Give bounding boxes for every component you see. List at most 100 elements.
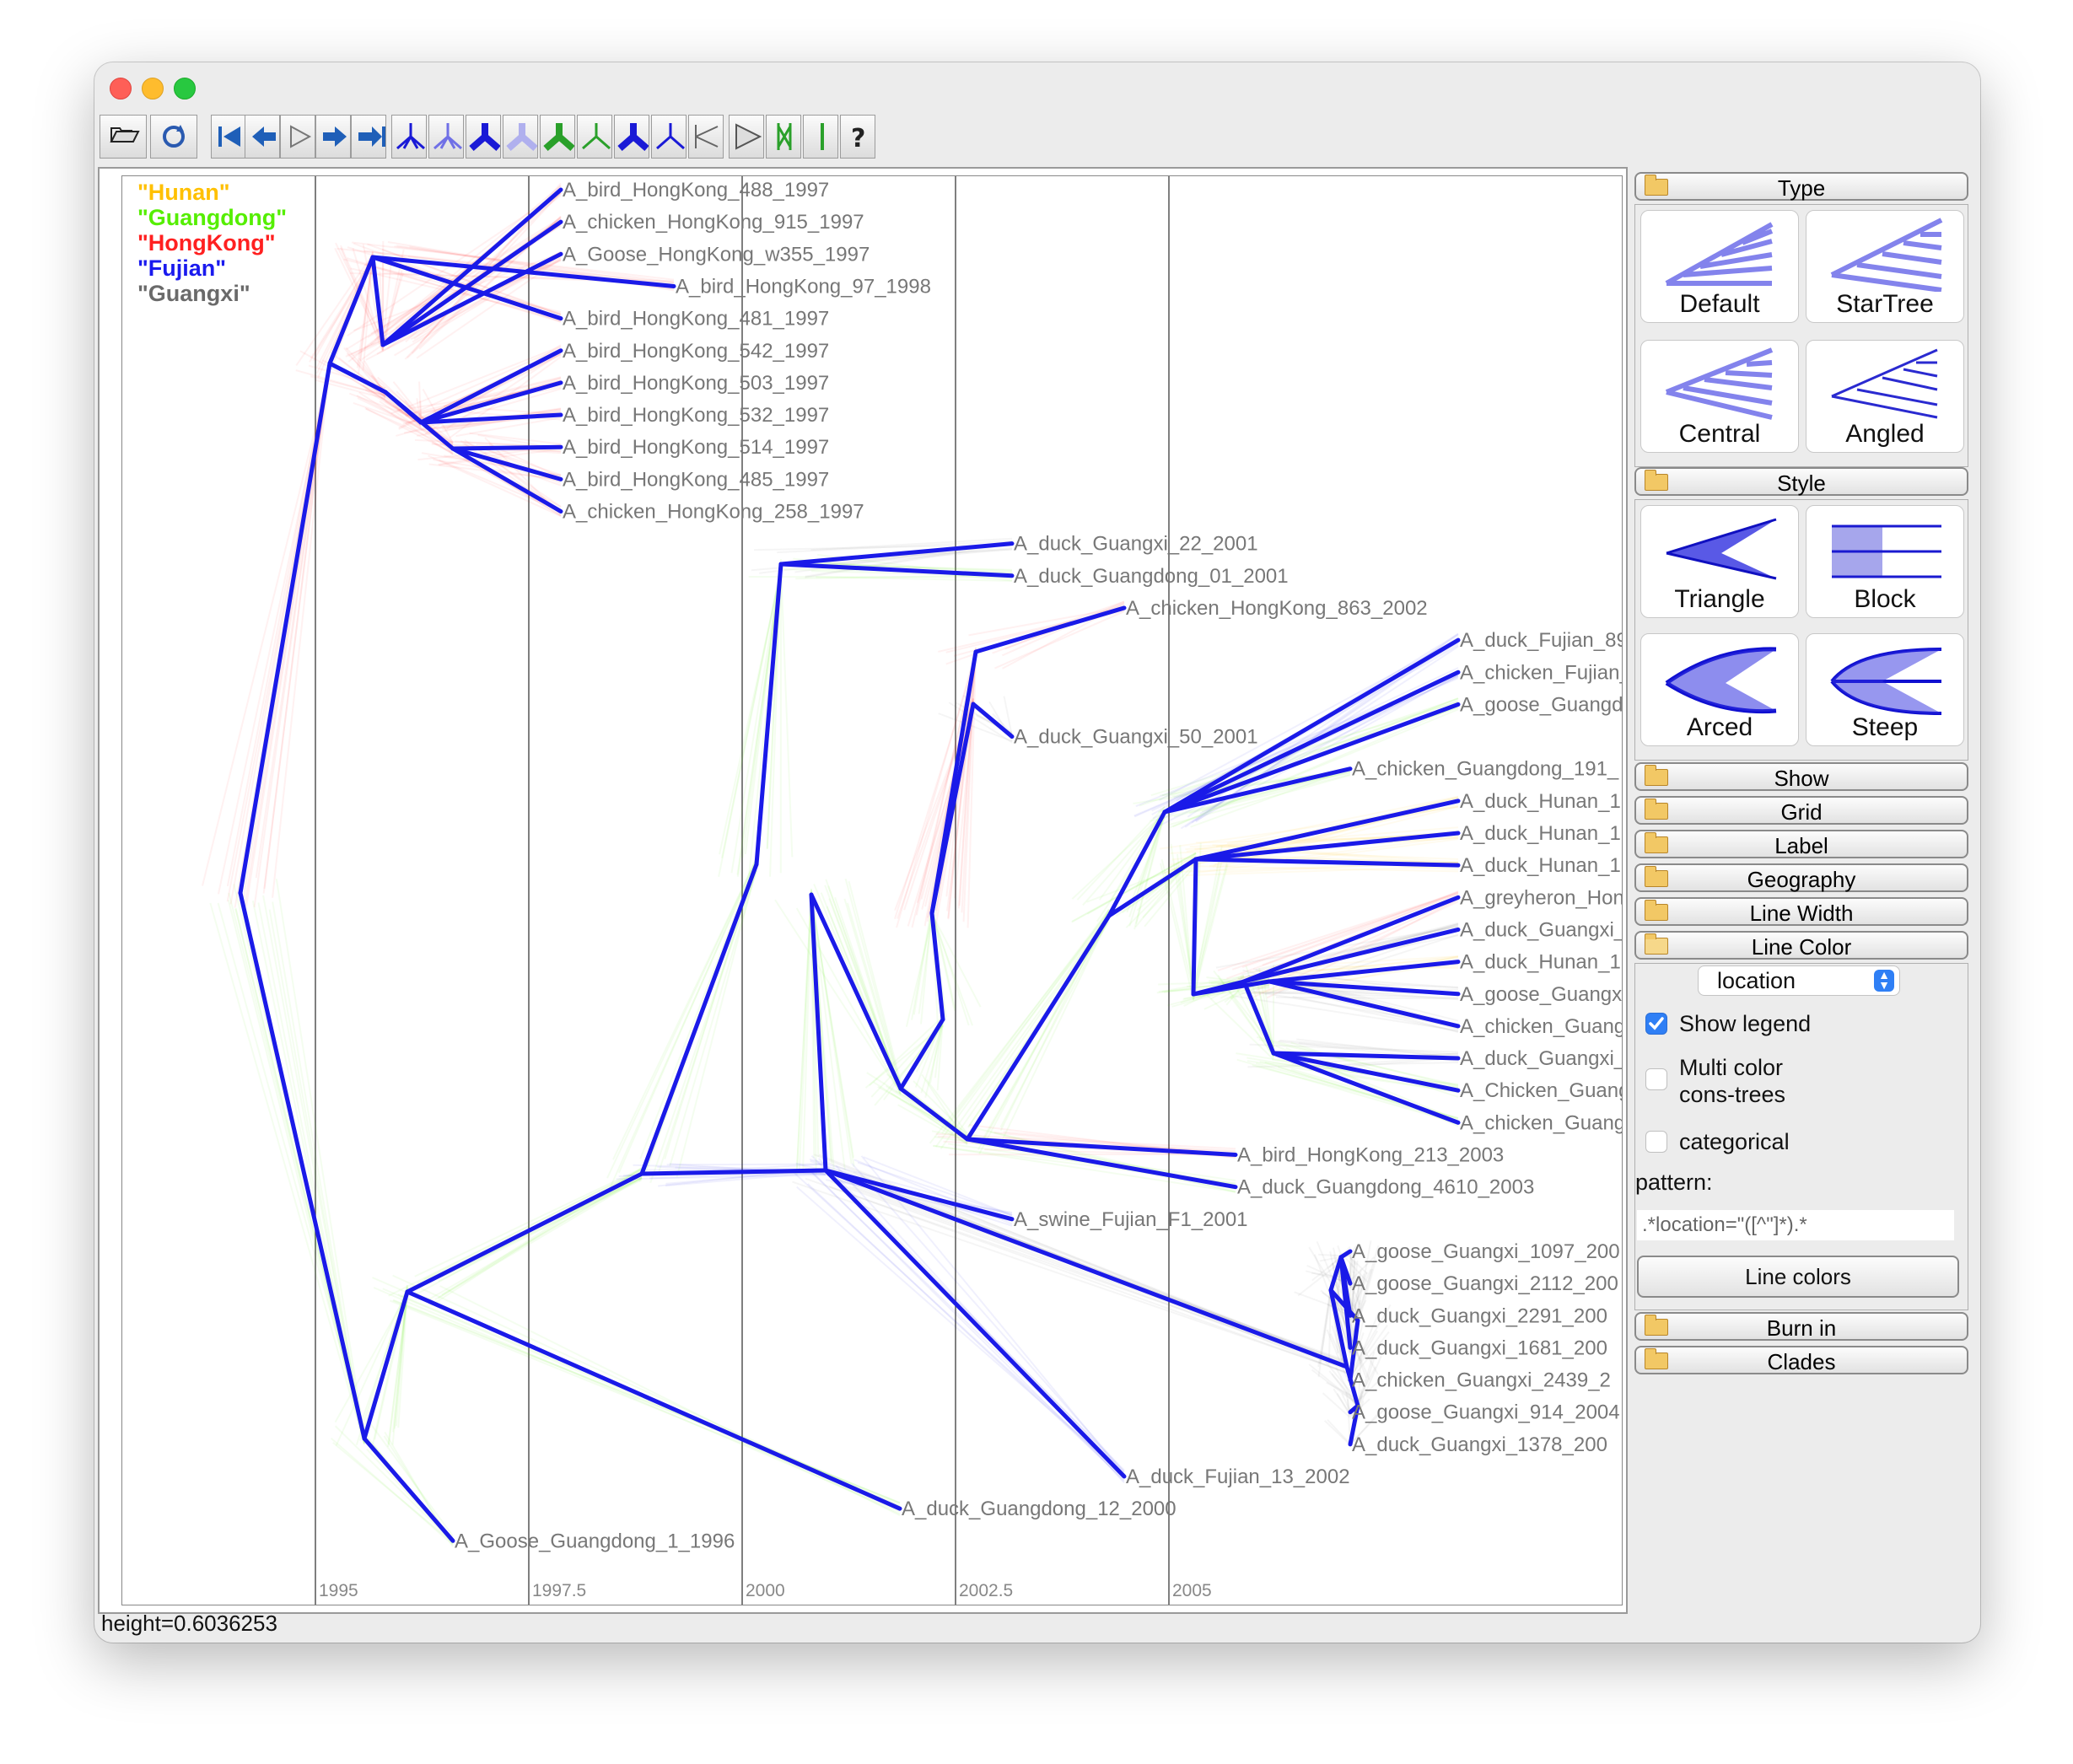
style-section-header[interactable]: Style bbox=[1634, 467, 1968, 496]
line-button[interactable] bbox=[803, 115, 838, 159]
taxon-label: A_goose_Guangxi_1097_200 bbox=[1352, 1240, 1620, 1263]
tree-style-3-button[interactable] bbox=[466, 115, 501, 159]
taxon-label: A_duck_Guangxi_351_2004 bbox=[1460, 918, 1622, 941]
tree-style-3-icon bbox=[469, 123, 500, 152]
taxon-label: A_chicken_HongKong_915_1997 bbox=[563, 211, 864, 234]
tree-sample-line bbox=[843, 898, 902, 1090]
type-section-header[interactable]: Type bbox=[1634, 172, 1968, 201]
collapse-button[interactable] bbox=[688, 115, 724, 159]
style-steep-option[interactable]: Steep bbox=[1806, 633, 1964, 746]
location-select[interactable]: location ▲ ▼ bbox=[1698, 965, 1900, 996]
taxon-label: A_chicken_HongKong_258_1997 bbox=[563, 501, 864, 524]
linecolor-section-header[interactable]: Line Color bbox=[1634, 931, 1968, 960]
show-legend-checkbox[interactable] bbox=[1645, 1013, 1667, 1035]
taxon-label: A_bird_HongKong_97_1998 bbox=[676, 275, 931, 298]
refresh-button[interactable] bbox=[150, 115, 197, 159]
taxon-label: A_goose_Guangd bbox=[1460, 693, 1622, 716]
style-triangle-option[interactable]: Triangle bbox=[1640, 505, 1799, 618]
tree-panel[interactable]: A_bird_HongKong_488_1997 A_chicken_HongKo… bbox=[98, 167, 1628, 1614]
grid-icon bbox=[777, 123, 792, 150]
burnin-header-label: Burn in bbox=[1766, 1315, 1837, 1341]
style-block-option[interactable]: Block bbox=[1806, 505, 1964, 618]
taxon-label: A_bird_HongKong_514_1997 bbox=[563, 436, 829, 459]
grid-section-header[interactable]: Grid bbox=[1634, 796, 1968, 825]
open-button[interactable] bbox=[100, 115, 147, 159]
densitree-window: ? A_bird_HongKong_488_1997 A_chicken_Hong… bbox=[94, 62, 1980, 1643]
tree-style-1-icon bbox=[396, 123, 425, 150]
tree-style-6-button[interactable] bbox=[577, 115, 612, 159]
cons-trees-label: cons-trees bbox=[1679, 1082, 1786, 1107]
multi-color-checkbox[interactable] bbox=[1645, 1068, 1667, 1090]
next-button[interactable] bbox=[315, 115, 351, 159]
tree-sample-line bbox=[999, 917, 1110, 1128]
grid-button[interactable] bbox=[766, 115, 801, 159]
first-button[interactable] bbox=[211, 115, 246, 159]
legend-entry: "Hunan" bbox=[137, 180, 230, 205]
tree-sample-line bbox=[275, 879, 365, 1437]
tree-sample-line bbox=[748, 576, 1013, 578]
tree-sample-line bbox=[393, 1299, 901, 1504]
last-button[interactable] bbox=[351, 115, 386, 159]
expand-button[interactable] bbox=[729, 115, 764, 159]
geography-header-label: Geography bbox=[1747, 867, 1856, 892]
prev-button[interactable] bbox=[245, 115, 280, 159]
tree-sample-line bbox=[268, 909, 365, 1444]
tree-sample-line bbox=[226, 358, 331, 887]
taxon-label: A_bird_HongKong_481_1997 bbox=[563, 308, 829, 331]
minimize-window-button[interactable] bbox=[142, 78, 164, 99]
type-angled-option[interactable]: Angled bbox=[1806, 340, 1964, 453]
taxon-label: A_swine_Fujian_F1_2001 bbox=[1014, 1208, 1248, 1231]
taxon-label: A_bird_HongKong_532_1997 bbox=[563, 404, 829, 427]
legend-entry: "Guangxi" bbox=[137, 281, 250, 306]
tree-style-8-icon bbox=[656, 123, 685, 150]
clades-section-header[interactable]: Clades bbox=[1634, 1346, 1968, 1374]
style-arced-option[interactable]: Arced bbox=[1640, 633, 1799, 746]
geography-section-header[interactable]: Geography bbox=[1634, 863, 1968, 892]
type-startree-option[interactable]: StarTree bbox=[1806, 210, 1964, 323]
tree-sample-line bbox=[780, 567, 794, 858]
tree-style-4-button[interactable] bbox=[503, 115, 538, 159]
tree-style-2-button[interactable] bbox=[428, 115, 464, 159]
tree-canvas[interactable]: A_bird_HongKong_488_1997 A_chicken_HongKo… bbox=[121, 175, 1623, 1605]
zoom-window-button[interactable] bbox=[174, 78, 196, 99]
label-section-header[interactable]: Label bbox=[1634, 830, 1968, 858]
expand-icon bbox=[735, 123, 762, 150]
show-section-header[interactable]: Show bbox=[1634, 762, 1968, 791]
last-icon bbox=[358, 126, 385, 147]
tree-svg[interactable]: A_bird_HongKong_488_1997 A_chicken_HongKo… bbox=[122, 176, 1622, 1605]
tree-sample-line bbox=[217, 902, 365, 1436]
angled-type-icon bbox=[1831, 348, 1938, 419]
play-button[interactable] bbox=[280, 115, 315, 159]
axis-tick-label: 1997.5 bbox=[532, 1581, 586, 1600]
open-icon bbox=[110, 127, 140, 143]
tree-style-4-icon bbox=[506, 123, 537, 152]
taxon-label: A_duck_Hunan_1 bbox=[1460, 854, 1621, 877]
close-window-button[interactable] bbox=[110, 78, 132, 99]
pattern-input[interactable]: .*location="([^"]*).* bbox=[1637, 1210, 1954, 1240]
tree-sample-line bbox=[1290, 1068, 1459, 1120]
legend-entry: "HongKong" bbox=[137, 230, 276, 255]
tree-sample-line bbox=[440, 1179, 643, 1278]
toolbar: ? bbox=[100, 113, 1975, 162]
style-section: Triangle Block Arced Steep bbox=[1634, 499, 1968, 761]
tree-sample-line bbox=[439, 1285, 901, 1517]
type-central-option[interactable]: Central bbox=[1640, 340, 1799, 453]
select-arrows-icon: ▲ ▼ bbox=[1874, 969, 1894, 992]
taxon-label: A_bird_HongKong_488_1997 bbox=[563, 179, 829, 202]
type-default-option[interactable]: Default bbox=[1640, 210, 1799, 323]
tree-style-5-icon bbox=[543, 123, 574, 152]
central-label: Central bbox=[1678, 420, 1761, 448]
line-colors-button[interactable]: Line colors bbox=[1637, 1256, 1959, 1298]
linewidth-section-header[interactable]: Line Width bbox=[1634, 897, 1968, 926]
tree-style-7-button[interactable] bbox=[614, 115, 649, 159]
tree-style-5-button[interactable] bbox=[540, 115, 575, 159]
tree-style-8-button[interactable] bbox=[651, 115, 687, 159]
default-type-icon bbox=[1665, 222, 1774, 286]
taxon-label: A_chicken_Guangxi_2439_2 bbox=[1352, 1369, 1611, 1392]
show-legend-label: Show legend bbox=[1679, 1011, 1812, 1036]
categorical-checkbox[interactable] bbox=[1645, 1131, 1667, 1153]
tree-style-1-button[interactable] bbox=[391, 115, 427, 159]
help-button[interactable]: ? bbox=[840, 115, 875, 159]
burnin-section-header[interactable]: Burn in bbox=[1634, 1312, 1968, 1341]
tree-sample-line bbox=[1323, 1419, 1351, 1446]
